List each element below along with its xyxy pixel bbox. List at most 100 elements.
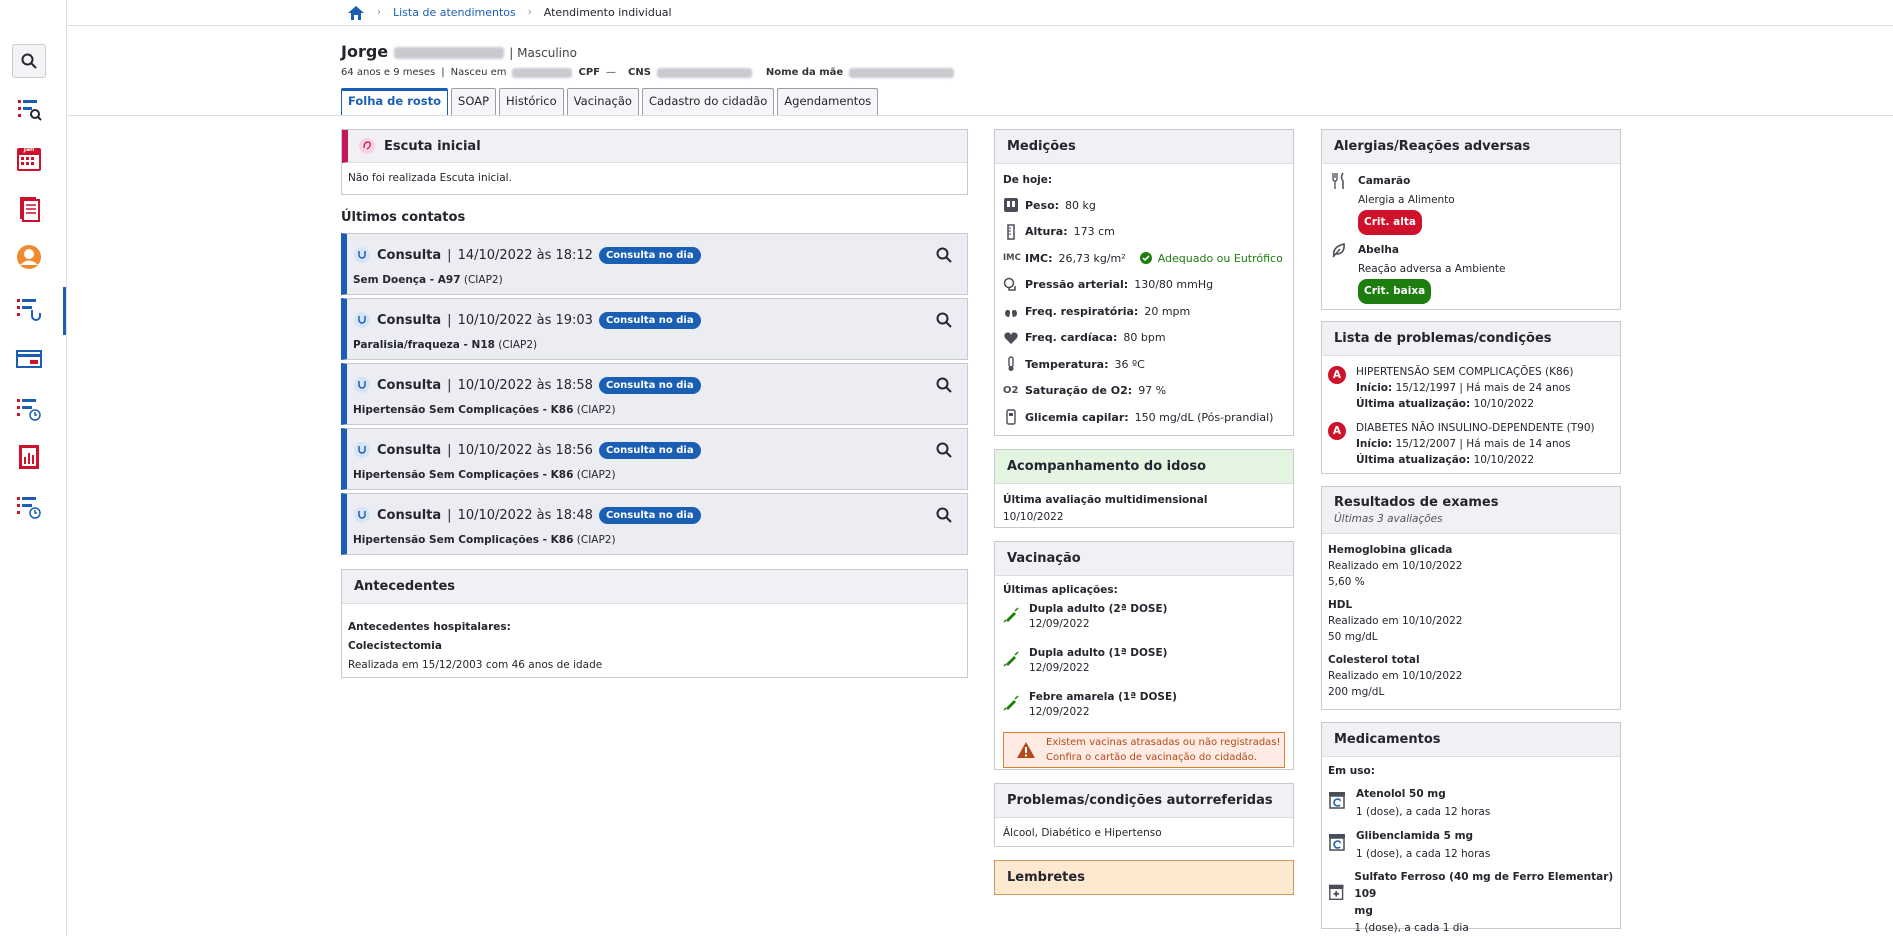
antecedentes-title: Antecedentes xyxy=(342,570,967,604)
escuta-text: Não foi realizada Escuta inicial. xyxy=(348,172,512,184)
idoso-panel: Acompanhamento do idoso Última avaliação… xyxy=(994,449,1294,528)
contact-diagnosis: Sem Doença - A97 xyxy=(353,274,461,286)
search-icon[interactable] xyxy=(935,506,953,524)
sidebar-item-prontuario[interactable] xyxy=(12,292,46,326)
home-icon[interactable] xyxy=(347,4,365,22)
contact-card[interactable]: Consulta | 10/10/2022 às 18:56 Consulta no … xyxy=(341,428,968,490)
vaccine-alert: Existem vacinas atrasadas ou não registr… xyxy=(1003,732,1285,768)
contact-code: (CIAP2) xyxy=(576,534,616,546)
sidebar-item-cartao[interactable] xyxy=(12,342,46,376)
glucometer-icon xyxy=(1006,409,1016,425)
syringe-icon xyxy=(1003,651,1019,667)
escuta-title: Escuta inicial xyxy=(384,138,481,154)
vaccine-name: Febre amarela (1ª DOSE) xyxy=(1029,691,1177,703)
cpf-value: — xyxy=(605,67,616,78)
vaccine-name: Dupla adulto (2ª DOSE) xyxy=(1029,603,1168,615)
status-badge: Consulta no dia xyxy=(598,441,701,459)
redacted-surname xyxy=(393,46,504,59)
sidebar-item-cidadao[interactable] xyxy=(12,240,46,274)
allergy-name: Camarão xyxy=(1358,175,1411,187)
cns-label: CNS xyxy=(627,67,651,78)
status-badge: Consulta no dia xyxy=(598,246,701,264)
ear-icon xyxy=(359,138,375,154)
measure-value: 26,73 kg/m² xyxy=(1058,251,1126,265)
patient-name: Jorge | Masculino xyxy=(341,42,577,61)
mother-label: Nome da mãe xyxy=(765,67,844,78)
tab-historico[interactable]: Histórico xyxy=(499,88,564,115)
stethoscope-icon xyxy=(354,312,370,328)
contact-type: Consulta xyxy=(377,507,442,523)
stethoscope-icon xyxy=(354,507,370,523)
patient-sex: Masculino xyxy=(517,46,577,60)
exam-value: 200 mg/dL xyxy=(1328,686,1385,698)
measure-label: Freq. cardíaca: xyxy=(1025,331,1118,345)
search-icon[interactable] xyxy=(935,311,953,329)
measure-value: 80 bpm xyxy=(1123,331,1166,345)
lembretes-title: Lembretes xyxy=(1007,870,1085,885)
exames-panel: Resultados de exames Últimas 3 avaliaçõe… xyxy=(1321,486,1621,710)
heart-icon xyxy=(1004,332,1018,344)
autorref-title: Problemas/condições autorreferidas xyxy=(995,784,1293,818)
contact-card[interactable]: Consulta | 10/10/2022 às 18:48 Consulta no … xyxy=(341,493,968,555)
ruler-icon xyxy=(1007,224,1015,240)
alergias-panel: Alergias/Reações adversas Camarão Alergia… xyxy=(1321,129,1621,310)
sidebar-active-indicator xyxy=(63,287,66,335)
autorref-panel: Problemas/condições autorreferidas Álcoo… xyxy=(994,783,1294,847)
lembretes-panel[interactable]: Lembretes xyxy=(994,860,1294,895)
exames-subtitle: Últimas 3 avaliações xyxy=(1334,513,1443,525)
chevron-right-icon: › xyxy=(377,7,381,18)
problemas-panel: Lista de problemas/condições A HIPERTENS… xyxy=(1321,321,1621,474)
contact-date: 10/10/2022 às 18:48 xyxy=(457,507,593,523)
search-icon xyxy=(21,53,37,69)
measure-label: Altura: xyxy=(1025,225,1068,239)
list-clock-icon xyxy=(17,497,41,519)
contact-card[interactable]: Consulta | 14/10/2022 às 18:12 Consulta no … xyxy=(341,233,968,295)
imc-icon: IMC xyxy=(1003,253,1021,264)
contact-code: (CIAP2) xyxy=(463,274,503,286)
measure-value: 97 % xyxy=(1138,384,1167,398)
sidebar-item-agendamentos[interactable] xyxy=(12,392,46,426)
medication-name: Atenolol 50 mg xyxy=(1356,788,1446,800)
contact-diagnosis: Paralisia/fraqueza - N18 xyxy=(353,339,495,351)
sidebar-item-agenda[interactable]: Jan xyxy=(12,142,46,176)
medicoes-title: Medições xyxy=(995,130,1293,164)
exam-date: Realizado em 10/10/2022 xyxy=(1328,615,1463,627)
breadcrumb: › Lista de atendimentos › Atendimento in… xyxy=(67,0,1893,26)
contact-card[interactable]: Consulta | 10/10/2022 às 19:03 Consulta no … xyxy=(341,298,968,360)
contact-type: Consulta xyxy=(377,377,442,393)
search-icon[interactable] xyxy=(935,376,953,394)
medicamentos-panel: Medicamentos Em uso: Atenolol 50 mg 1 (do… xyxy=(1321,722,1621,934)
tab-folha-de-rosto[interactable]: Folha de rosto xyxy=(341,88,449,115)
sidebar-item-cds[interactable] xyxy=(12,192,46,226)
tab-vacinacao[interactable]: Vacinação xyxy=(566,88,639,115)
search-icon[interactable] xyxy=(935,246,953,264)
vaccine-date: 12/09/2022 xyxy=(1029,706,1090,718)
medication-dose: 1 (dose), a cada 12 horas xyxy=(1356,806,1491,818)
status-badge: Consulta no dia xyxy=(598,376,701,394)
contact-code: (CIAP2) xyxy=(576,404,616,416)
contact-diagnosis: Hipertensão Sem Complicações - K86 xyxy=(353,469,574,481)
contact-type: Consulta xyxy=(377,312,442,328)
contact-code: (CIAP2) xyxy=(576,469,616,481)
alergias-title: Alergias/Reações adversas xyxy=(1322,130,1620,164)
contact-card[interactable]: Consulta | 10/10/2022 às 18:58 Consulta no … xyxy=(341,363,968,425)
contact-code: (CIAP2) xyxy=(498,339,538,351)
tab-agendamentos[interactable]: Agendamentos xyxy=(777,88,879,115)
search-icon[interactable] xyxy=(935,441,953,459)
sidebar-item-atendimentos[interactable] xyxy=(12,92,46,126)
exam-name: Colesterol total xyxy=(1328,654,1420,666)
breadcrumb-list-link[interactable]: Lista de atendimentos xyxy=(393,6,516,19)
alert-line-1: Existem vacinas atrasadas ou não registr… xyxy=(1046,737,1281,748)
vacinacao-subtitle: Últimas aplicações: xyxy=(1003,584,1118,596)
breadcrumb-current: Atendimento individual xyxy=(543,6,672,19)
problem-start: 15/12/1997 | Há mais de 24 anos xyxy=(1395,382,1571,394)
measure-value: 80 kg xyxy=(1065,198,1096,212)
search-button[interactable] xyxy=(12,44,46,78)
tab-cadastro[interactable]: Cadastro do cidadão xyxy=(641,88,775,115)
sidebar-item-lista[interactable] xyxy=(12,490,46,524)
sidebar-item-relatorios[interactable] xyxy=(12,440,46,474)
status-badge: Consulta no dia xyxy=(598,311,701,329)
problem-update-label: Última atualização: xyxy=(1356,454,1471,466)
tab-soap[interactable]: SOAP xyxy=(451,88,496,115)
card-icon xyxy=(16,350,42,368)
